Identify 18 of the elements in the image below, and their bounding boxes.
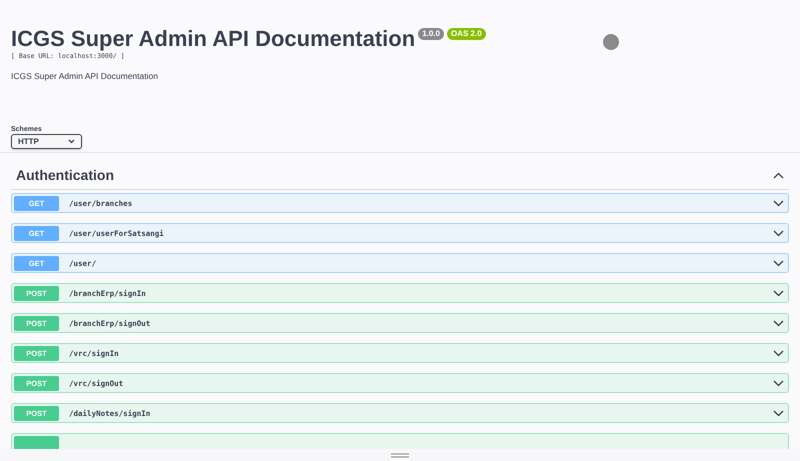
api-description: ICGS Super Admin API Documentation: [11, 71, 159, 81]
spec-badge: OAS 2.0: [446, 28, 486, 40]
chevron-down-icon[interactable]: [773, 380, 784, 386]
chevron-down-icon[interactable]: [773, 320, 784, 326]
chevron-down-icon[interactable]: [773, 200, 784, 206]
dot-icon: [603, 34, 619, 50]
schemes-select[interactable]: HTTP: [11, 134, 82, 149]
section-header[interactable]: Authentication: [11, 153, 789, 190]
chevron-down-icon[interactable]: [773, 260, 784, 266]
chevron-down-icon[interactable]: [773, 410, 784, 416]
caret-icon: [68, 139, 75, 144]
chevron-down-icon[interactable]: [773, 290, 784, 296]
chevron-down-icon[interactable]: [773, 230, 784, 236]
page-title: ICGS Super Admin API Documentation: [11, 26, 416, 52]
drag-handle-icon[interactable]: [391, 452, 409, 458]
chevron-down-icon[interactable]: [773, 350, 784, 356]
version-badge: 1.0.0: [418, 28, 444, 40]
chevron-up-icon[interactable]: [773, 172, 784, 178]
